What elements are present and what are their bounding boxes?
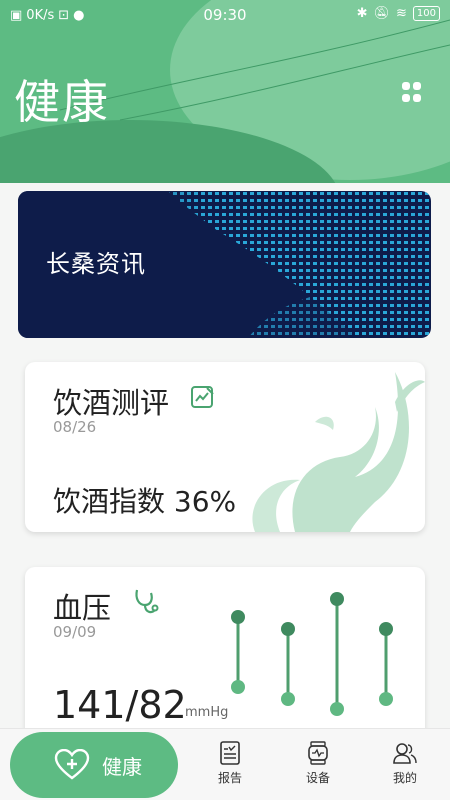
drink-index-value: 36% xyxy=(173,485,237,518)
drink-assessment-card[interactable]: 饮酒测评 08/26 饮酒指数 36% xyxy=(25,362,425,532)
banner-title: 长桑资讯 xyxy=(46,250,146,278)
bp-trend-chart xyxy=(231,592,393,716)
report-icon xyxy=(220,741,240,765)
bluetooth-icon: ✱ xyxy=(356,6,368,21)
nav-device-label: 设备 xyxy=(305,771,330,785)
bp-bar xyxy=(281,622,295,706)
mute-icon: 🔕︎ xyxy=(373,6,390,21)
user-profile-icon xyxy=(393,743,417,764)
nav-report-label: 报告 xyxy=(217,771,242,785)
wifi-icon: ≋ xyxy=(396,6,407,21)
smartwatch-icon xyxy=(308,741,328,765)
drink-card-date: 08/26 xyxy=(53,418,97,436)
bp-reading: 141/82 xyxy=(53,683,187,727)
bp-bar xyxy=(231,610,245,694)
bp-card-date: 09/09 xyxy=(53,623,97,641)
page-title: 健康 xyxy=(14,75,110,129)
stethoscope-icon xyxy=(135,589,159,614)
edit-report-icon[interactable] xyxy=(190,384,216,410)
nav-mine-label: 我的 xyxy=(392,771,417,785)
heart-plus-icon xyxy=(54,749,90,780)
bottom-nav: 健康 报告 设备 我的 xyxy=(0,728,450,800)
nav-tab-mine[interactable]: 我的 xyxy=(375,741,435,786)
bp-bar xyxy=(379,622,393,706)
bp-card-title: 血压 xyxy=(53,591,112,625)
news-banner[interactable]: 长桑资讯 xyxy=(18,191,431,338)
drink-card-title: 饮酒测评 xyxy=(53,386,170,420)
drink-index: 饮酒指数 36% xyxy=(53,480,236,520)
apps-grid-button[interactable] xyxy=(402,82,422,102)
nav-tab-health[interactable]: 健康 xyxy=(10,732,178,798)
battery-indicator: 100 xyxy=(412,6,440,21)
bp-bar xyxy=(330,592,344,716)
drink-index-label: 饮酒指数 xyxy=(53,485,166,518)
header: ▣ 0K/s ⊡ ● 09:30 ✱ 🔕︎ ≋ 100 健康 xyxy=(0,0,450,183)
nav-health-label: 健康 xyxy=(102,754,142,779)
nav-tab-device[interactable]: 设备 xyxy=(288,741,348,786)
nav-tab-report[interactable]: 报告 xyxy=(200,741,260,786)
status-bar: ▣ 0K/s ⊡ ● 09:30 ✱ 🔕︎ ≋ 100 xyxy=(0,0,450,30)
grid-icon xyxy=(402,82,410,90)
splash-illustration xyxy=(252,372,425,532)
